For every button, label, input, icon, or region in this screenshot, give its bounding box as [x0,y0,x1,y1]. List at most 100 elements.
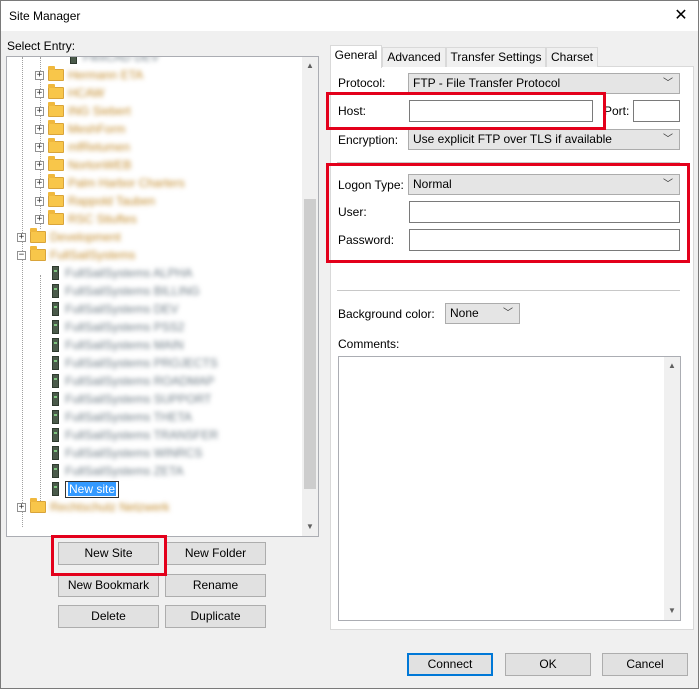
expand-icon[interactable]: + [35,70,44,80]
encryption-select[interactable]: Use explicit FTP over TLS if available ﹀ [408,129,680,150]
tree-item[interactable]: FullSailSystems BILLING [35,282,200,300]
chevron-down-icon: ﹀ [503,308,513,319]
cancel-button[interactable]: Cancel [602,653,688,676]
tree-item[interactable]: FullSailSystems TRANSFER [35,426,218,444]
logon-type-select[interactable]: Normal ﹀ [408,174,680,195]
scroll-down-icon[interactable]: ▼ [305,520,315,534]
expand-icon[interactable]: + [35,106,44,116]
tree-item[interactable]: FullSailSystems ROADMAP [35,372,214,390]
tree-item[interactable]: + Rechtschutz Netzwerk [17,498,169,516]
tab-charset[interactable]: Charset [546,47,598,67]
close-icon[interactable]: ✕ [670,5,692,27]
expand-icon[interactable]: + [35,160,44,170]
site-tree[interactable]: FlexCAD DEV + Hermann ETA + HCAW + ING Siebert… [6,56,319,537]
tree-item-label: mfRetumen [68,140,131,154]
server-icon [52,320,59,334]
tree-guide-line [22,57,23,527]
logon-type-value: Normal [413,177,452,191]
site-name-edit-input[interactable]: New site [65,480,120,498]
protocol-select[interactable]: FTP - File Transfer Protocol ﹀ [408,73,680,94]
server-icon [52,464,59,478]
background-color-select[interactable]: None ﹀ [445,303,520,324]
tree-item[interactable]: FullSailSystems MAIN [35,336,184,354]
expand-icon[interactable]: + [35,196,44,206]
tree-item-label: FullSailSystems THETA [65,410,192,424]
folder-icon [48,174,64,189]
tree-item[interactable]: FlexCAD DEV [53,57,159,66]
tree-item[interactable]: + RSC Stiuftes [35,210,137,228]
tree-item-editing[interactable]: New site [35,480,120,498]
expand-icon[interactable]: + [35,178,44,188]
tree-item[interactable]: + Rappold Tauben [35,192,155,210]
tree-item-label: NortonWEB [68,158,132,172]
server-icon [52,392,59,406]
expand-icon[interactable]: + [35,142,44,152]
scroll-up-icon[interactable]: ▲ [305,59,315,73]
window-title: Site Manager [9,9,81,23]
expand-icon[interactable]: + [35,214,44,224]
tree-item[interactable]: FullSailSystems ZETA [35,462,183,480]
new-bookmark-button[interactable]: New Bookmark [58,574,159,597]
folder-icon [48,120,64,135]
tree-item[interactable]: FullSailSystems PSS2 [35,318,184,336]
tree-item[interactable]: + Hermann ETA [35,66,143,84]
server-icon [52,374,59,388]
tree-scrollbar[interactable]: ▲ ▼ [302,57,318,536]
collapse-icon[interactable]: − [17,250,26,260]
tree-item-label: FullSailSystems BILLING [65,284,200,298]
site-manager-window: Site Manager ✕ Select Entry: FlexCAD DEV… [0,0,699,689]
section-divider [337,290,680,291]
scroll-down-icon[interactable]: ▼ [667,604,677,618]
expand-icon[interactable]: + [17,502,26,512]
server-icon [52,266,59,280]
tree-item[interactable]: + MeshForm [35,120,125,138]
tree-item[interactable]: + Development [17,228,121,246]
tree-item[interactable]: + NortonWEB [35,156,131,174]
title-bar[interactable]: Site Manager ✕ [1,1,698,31]
server-icon [70,57,77,64]
background-color-value: None [450,306,479,320]
delete-button[interactable]: Delete [58,605,159,628]
tree-item[interactable]: FullSailSystems SUPPORT [35,390,211,408]
expand-icon[interactable]: + [35,88,44,98]
tree-item[interactable]: FullSailSystems PROJECTS [35,354,218,372]
folder-icon [48,66,64,81]
tab-general[interactable]: General [330,45,382,68]
port-label: Port: [604,104,630,118]
folder-icon [30,246,46,261]
tree-item[interactable]: + ING Siebert [35,102,131,120]
tree-item[interactable]: + mfRetumen [35,138,130,156]
protocol-label: Protocol: [338,76,386,90]
tree-item[interactable]: + HCAW [35,84,104,102]
tree-item[interactable]: FullSailSystems ALPHA [35,264,192,282]
user-label: User: [338,205,367,219]
duplicate-button[interactable]: Duplicate [165,605,266,628]
tree-item[interactable]: FullSailSystems WINRCS [35,444,202,462]
scroll-up-icon[interactable]: ▲ [667,359,677,373]
comments-scrollbar[interactable]: ▲ ▼ [664,357,680,620]
tree-item-label: FullSailSystems ALPHA [65,266,193,280]
expand-icon[interactable]: + [17,232,26,242]
connect-button[interactable]: Connect [407,653,493,676]
tree-item[interactable]: FullSailSystems DEV [35,300,178,318]
port-input[interactable] [633,100,680,122]
encryption-label: Encryption: [338,133,399,147]
ok-button[interactable]: OK [505,653,591,676]
host-input[interactable] [409,100,593,122]
tab-transfer-settings[interactable]: Transfer Settings [446,47,546,67]
scroll-thumb[interactable] [304,199,316,489]
tree-item[interactable]: + Palm Harbor Charters [35,174,185,192]
tree-item[interactable]: FullSailSystems THETA [35,408,192,426]
rename-button[interactable]: Rename [165,574,266,597]
tree-item-label: FullSailSystems TRANSFER [65,428,219,442]
new-folder-button[interactable]: New Folder [165,542,266,565]
expand-icon[interactable]: + [35,124,44,134]
folder-icon [30,228,46,243]
user-input[interactable] [409,201,680,223]
tab-advanced[interactable]: Advanced [382,47,446,67]
folder-icon [48,102,64,117]
comments-textarea[interactable]: ▲ ▼ [338,356,681,621]
new-site-button[interactable]: New Site [58,542,159,565]
tree-item[interactable]: − FullSailSystems [17,246,135,264]
password-input[interactable] [409,229,680,251]
